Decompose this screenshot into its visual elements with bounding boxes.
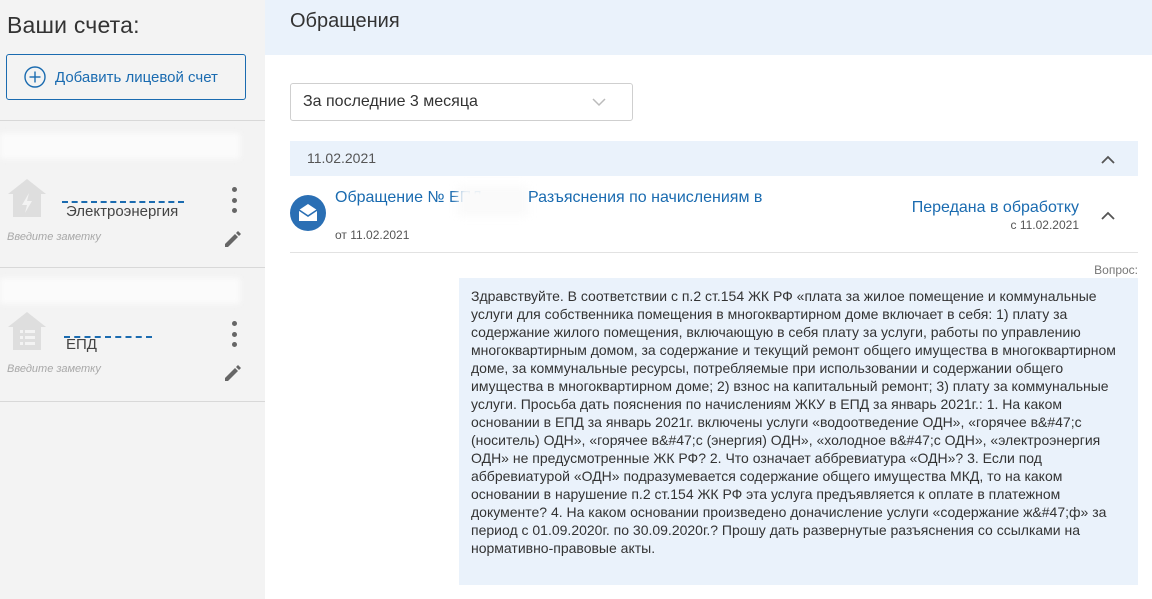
sidebar-title: Ваши счета: xyxy=(7,12,140,38)
request-subject[interactable]: Разъяснения по начислениям в xyxy=(528,188,762,208)
question-text: Здравствуйте. В соответствии с п.2 ст.15… xyxy=(459,278,1138,585)
pencil-icon[interactable] xyxy=(222,228,244,250)
account-type: ЕПД xyxy=(66,336,97,353)
note-placeholder[interactable]: Введите заметку xyxy=(7,231,101,243)
divider xyxy=(0,401,265,402)
account-type: Электроэнергия xyxy=(66,203,179,220)
page-title: Обращения xyxy=(290,10,400,32)
chevron-down-icon xyxy=(592,98,606,107)
date-group-header[interactable]: 11.02.2021 xyxy=(290,141,1138,176)
list-house-icon xyxy=(8,312,46,350)
more-options-icon[interactable] xyxy=(227,321,241,347)
account-number-link[interactable] xyxy=(62,187,184,203)
request-date: от 11.02.2021 xyxy=(335,228,410,242)
account-card-epd[interactable]: ЕПД Введите заметку xyxy=(0,268,265,401)
accounts-sidebar: Ваши счета: Добавить лицевой счет Электр… xyxy=(0,0,265,599)
more-options-icon[interactable] xyxy=(227,187,241,213)
page-header: Обращения xyxy=(265,0,1152,55)
period-select[interactable]: За последние 3 месяца xyxy=(290,83,633,121)
account-card-electricity[interactable]: Электроэнергия Введите заметку xyxy=(0,121,265,267)
chevron-up-icon[interactable] xyxy=(1100,154,1116,166)
note-placeholder[interactable]: Введите заметку xyxy=(7,363,101,375)
plus-circle-icon xyxy=(24,66,46,88)
lightning-house-icon xyxy=(8,179,46,217)
chevron-up-icon[interactable] xyxy=(1100,210,1116,222)
add-account-label: Добавить лицевой счет xyxy=(55,68,218,86)
request-status-date: с 11.02.2021 xyxy=(1010,218,1079,232)
redacted-address xyxy=(0,278,240,304)
add-account-button[interactable]: Добавить лицевой счет xyxy=(6,54,246,100)
redacted-address xyxy=(0,133,240,159)
redacted-request-number xyxy=(458,186,528,216)
question-label: Вопрос: xyxy=(1094,263,1138,277)
request-row[interactable]: Обращение № ЕПД от 11.02.2021 Разъяснени… xyxy=(290,176,1138,253)
envelope-icon xyxy=(290,195,326,231)
group-date: 11.02.2021 xyxy=(307,150,377,166)
period-select-value: За последние 3 месяца xyxy=(303,93,478,110)
request-status: Передана в обработку xyxy=(911,199,1079,216)
pencil-icon[interactable] xyxy=(222,362,244,384)
